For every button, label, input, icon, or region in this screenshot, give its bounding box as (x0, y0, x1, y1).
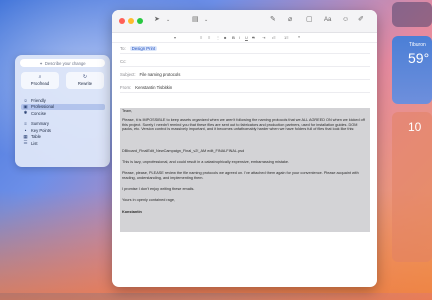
calendar-day: 10 (408, 120, 422, 134)
body-greeting: Team, (122, 109, 133, 113)
header-fields-icon[interactable]: ▤ (192, 16, 199, 24)
body-paragraph-3: Please, please, PLEASE review the file n… (122, 171, 359, 180)
from-value: Kenstantin Tisbitkin (135, 85, 173, 90)
list-icon: ☰ (23, 140, 28, 146)
weather-widget[interactable]: Tiburon 59° (392, 36, 432, 104)
body-filename: DBboard_FinalEdit_NewCampaign_Final_v2!_… (122, 149, 245, 153)
minimize-button[interactable] (128, 18, 134, 24)
indent-icon[interactable]: ⇥ (262, 35, 265, 40)
close-button[interactable] (119, 18, 125, 24)
attachment-icon[interactable]: ⌀ (288, 16, 292, 24)
weather-temp: 59° (408, 50, 430, 66)
header-chevron-icon[interactable]: ⌄ (204, 16, 208, 24)
describe-change-placeholder: Describe your change (44, 60, 86, 66)
to-field[interactable]: To: Design Print (120, 44, 370, 54)
smile-icon: ☺ (23, 97, 28, 103)
body-paragraph-2: This is lazy, unprofessional, and could … (122, 160, 290, 164)
tone-professional-label: Professional (31, 104, 55, 110)
italic-icon[interactable]: I (239, 35, 240, 40)
proofread-label: Proofread (30, 81, 50, 86)
cc-label: Cc: (120, 59, 127, 64)
list-divider (21, 117, 105, 121)
calendar-widget[interactable]: 10 (392, 112, 432, 262)
body-paragraph-4: I promise I don't enjoy writing these em… (122, 187, 195, 191)
format-icon[interactable]: ✎ (270, 16, 276, 24)
bold-icon[interactable]: B (232, 35, 235, 40)
rewrite-button[interactable]: ↻ Rewrite (66, 72, 104, 89)
briefcase-icon: ▣ (23, 103, 28, 109)
chevron-down-icon[interactable]: ⌄ (166, 16, 170, 24)
summary-icon: ≡ (24, 121, 27, 127)
list-style-icon[interactable]: ⋮ (216, 35, 220, 40)
tone-friendly[interactable]: ☺ Friendly (21, 97, 105, 104)
from-label: From: (120, 85, 132, 90)
window-toolbar: ➤ ⌄ ▤ ⌄ ✎ ⌀ ▢ Aa ☺ ✐ (112, 10, 377, 33)
subject-field[interactable]: Subject: File naming protocols (120, 70, 370, 80)
font-size-control[interactable]: ▾ (174, 35, 176, 40)
tone-friendly-label: Friendly (31, 97, 46, 103)
body-signature: Konstantin (122, 210, 142, 214)
key-points-icon: • (24, 127, 27, 133)
mail-compose-window: ➤ ⌄ ▤ ⌄ ✎ ⌀ ▢ Aa ☺ ✐ ▾ ≡ ≡ ⋮ ■ B I U S ⇥… (112, 10, 377, 287)
rewrite-label: Rewrite (77, 81, 93, 86)
quote-icon[interactable]: ❝ (298, 35, 300, 40)
describe-change-input[interactable]: ✦ Describe your change (20, 59, 105, 67)
color-swatch-icon[interactable]: ■ (224, 35, 226, 40)
weather-city: Tiburon (409, 42, 426, 48)
to-label: To: (120, 46, 126, 51)
markup-icon[interactable]: ✐ (358, 16, 364, 24)
format-summary-label: Summary (31, 121, 49, 127)
concise-icon: ✱ (23, 110, 28, 116)
emoji-icon[interactable]: ☺ (342, 16, 349, 24)
tone-concise-label: Concise (31, 110, 47, 116)
font-icon[interactable]: Aa (324, 16, 331, 24)
proofread-button[interactable]: ⌕ Proofread (21, 72, 59, 89)
body-signoff: Yours in openly contained rage, (122, 198, 176, 202)
zoom-button[interactable] (137, 18, 143, 24)
recipient-chip[interactable]: Design Print (129, 46, 158, 51)
body-paragraph-1: Please, it is IMPOSSIBLE to keep assets … (122, 118, 365, 132)
subject-label: Subject: (120, 72, 136, 77)
format-bar: ▾ ≡ ≡ ⋮ ■ B I U S ⇥ •≡ 1≡ ❝ (112, 33, 377, 43)
sparkle-icon: ✦ (39, 60, 43, 66)
align-left-icon[interactable]: ≡ (200, 35, 202, 40)
format-key-points-label: Key Points (31, 127, 52, 133)
photo-browser-icon[interactable]: ▢ (306, 16, 313, 24)
format-list-label: List (31, 140, 38, 146)
writing-tools-panel: ✦ Describe your change ⌕ Proofread ↻ Rew… (15, 55, 110, 167)
from-field[interactable]: From: Kenstantin Tisbitkin (120, 83, 370, 93)
send-icon[interactable]: ➤ (154, 16, 160, 24)
magnifier-icon: ⌕ (38, 74, 42, 80)
table-icon: ▦ (23, 133, 28, 139)
widget-top (392, 2, 432, 27)
writing-tools-list: ☺ Friendly ▣ Professional ✱ Concise ≡ Su… (21, 97, 105, 147)
format-list[interactable]: ☰ List (21, 140, 105, 147)
format-table-label: Table (31, 134, 42, 140)
underline-icon[interactable]: U (245, 35, 248, 40)
subject-value: File naming protocols (139, 72, 181, 77)
format-key-points[interactable]: • Key Points (21, 127, 105, 134)
numbered-icon[interactable]: 1≡ (284, 35, 289, 40)
rewrite-icon: ↻ (82, 74, 88, 80)
cc-field[interactable]: Cc: (120, 57, 370, 67)
strikethrough-icon[interactable]: S (252, 35, 255, 40)
align-center-icon[interactable]: ≡ (208, 35, 210, 40)
bullets-icon[interactable]: •≡ (272, 35, 276, 40)
